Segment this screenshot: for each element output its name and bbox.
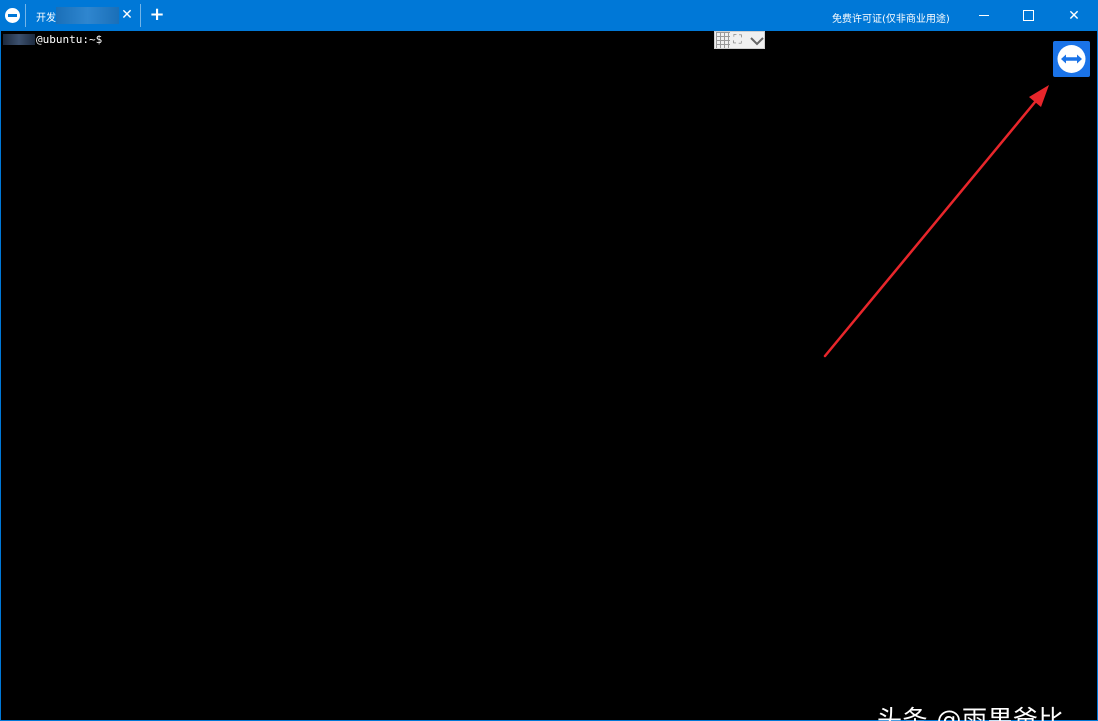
- grid-icon[interactable]: [716, 32, 731, 48]
- fit-screen-icon[interactable]: [733, 32, 746, 47]
- minimize-button[interactable]: [961, 0, 1007, 31]
- prompt-text: @ubuntu:~$: [36, 33, 103, 46]
- redacted-tab-name: [56, 7, 119, 24]
- title-bar: 开发 ✕ + 免费许可证(仅非商业用途) ✕: [0, 0, 1098, 31]
- watermark: 头条 @雨果爸比: [877, 705, 1064, 721]
- close-window-button[interactable]: ✕: [1051, 0, 1097, 31]
- divider: [140, 4, 141, 27]
- remote-toolbar[interactable]: [714, 31, 765, 49]
- tab-label: 开发: [36, 13, 56, 24]
- new-tab-button[interactable]: +: [148, 5, 166, 25]
- license-text: 免费许可证(仅非商业用途): [832, 14, 950, 25]
- teamviewer-logo-icon[interactable]: [1053, 41, 1090, 77]
- divider: [25, 4, 26, 27]
- chevron-down-icon[interactable]: [750, 33, 764, 47]
- maximize-button[interactable]: [1005, 0, 1051, 31]
- terminal-prompt: @ubuntu:~$: [3, 33, 102, 46]
- close-tab-icon[interactable]: ✕: [120, 6, 134, 24]
- redacted-username: [3, 34, 35, 45]
- session-tab[interactable]: 开发 ✕: [29, 3, 138, 28]
- remote-terminal[interactable]: @ubuntu:~$ 头条 @雨果爸比: [0, 31, 1098, 721]
- teamviewer-icon[interactable]: [5, 8, 20, 23]
